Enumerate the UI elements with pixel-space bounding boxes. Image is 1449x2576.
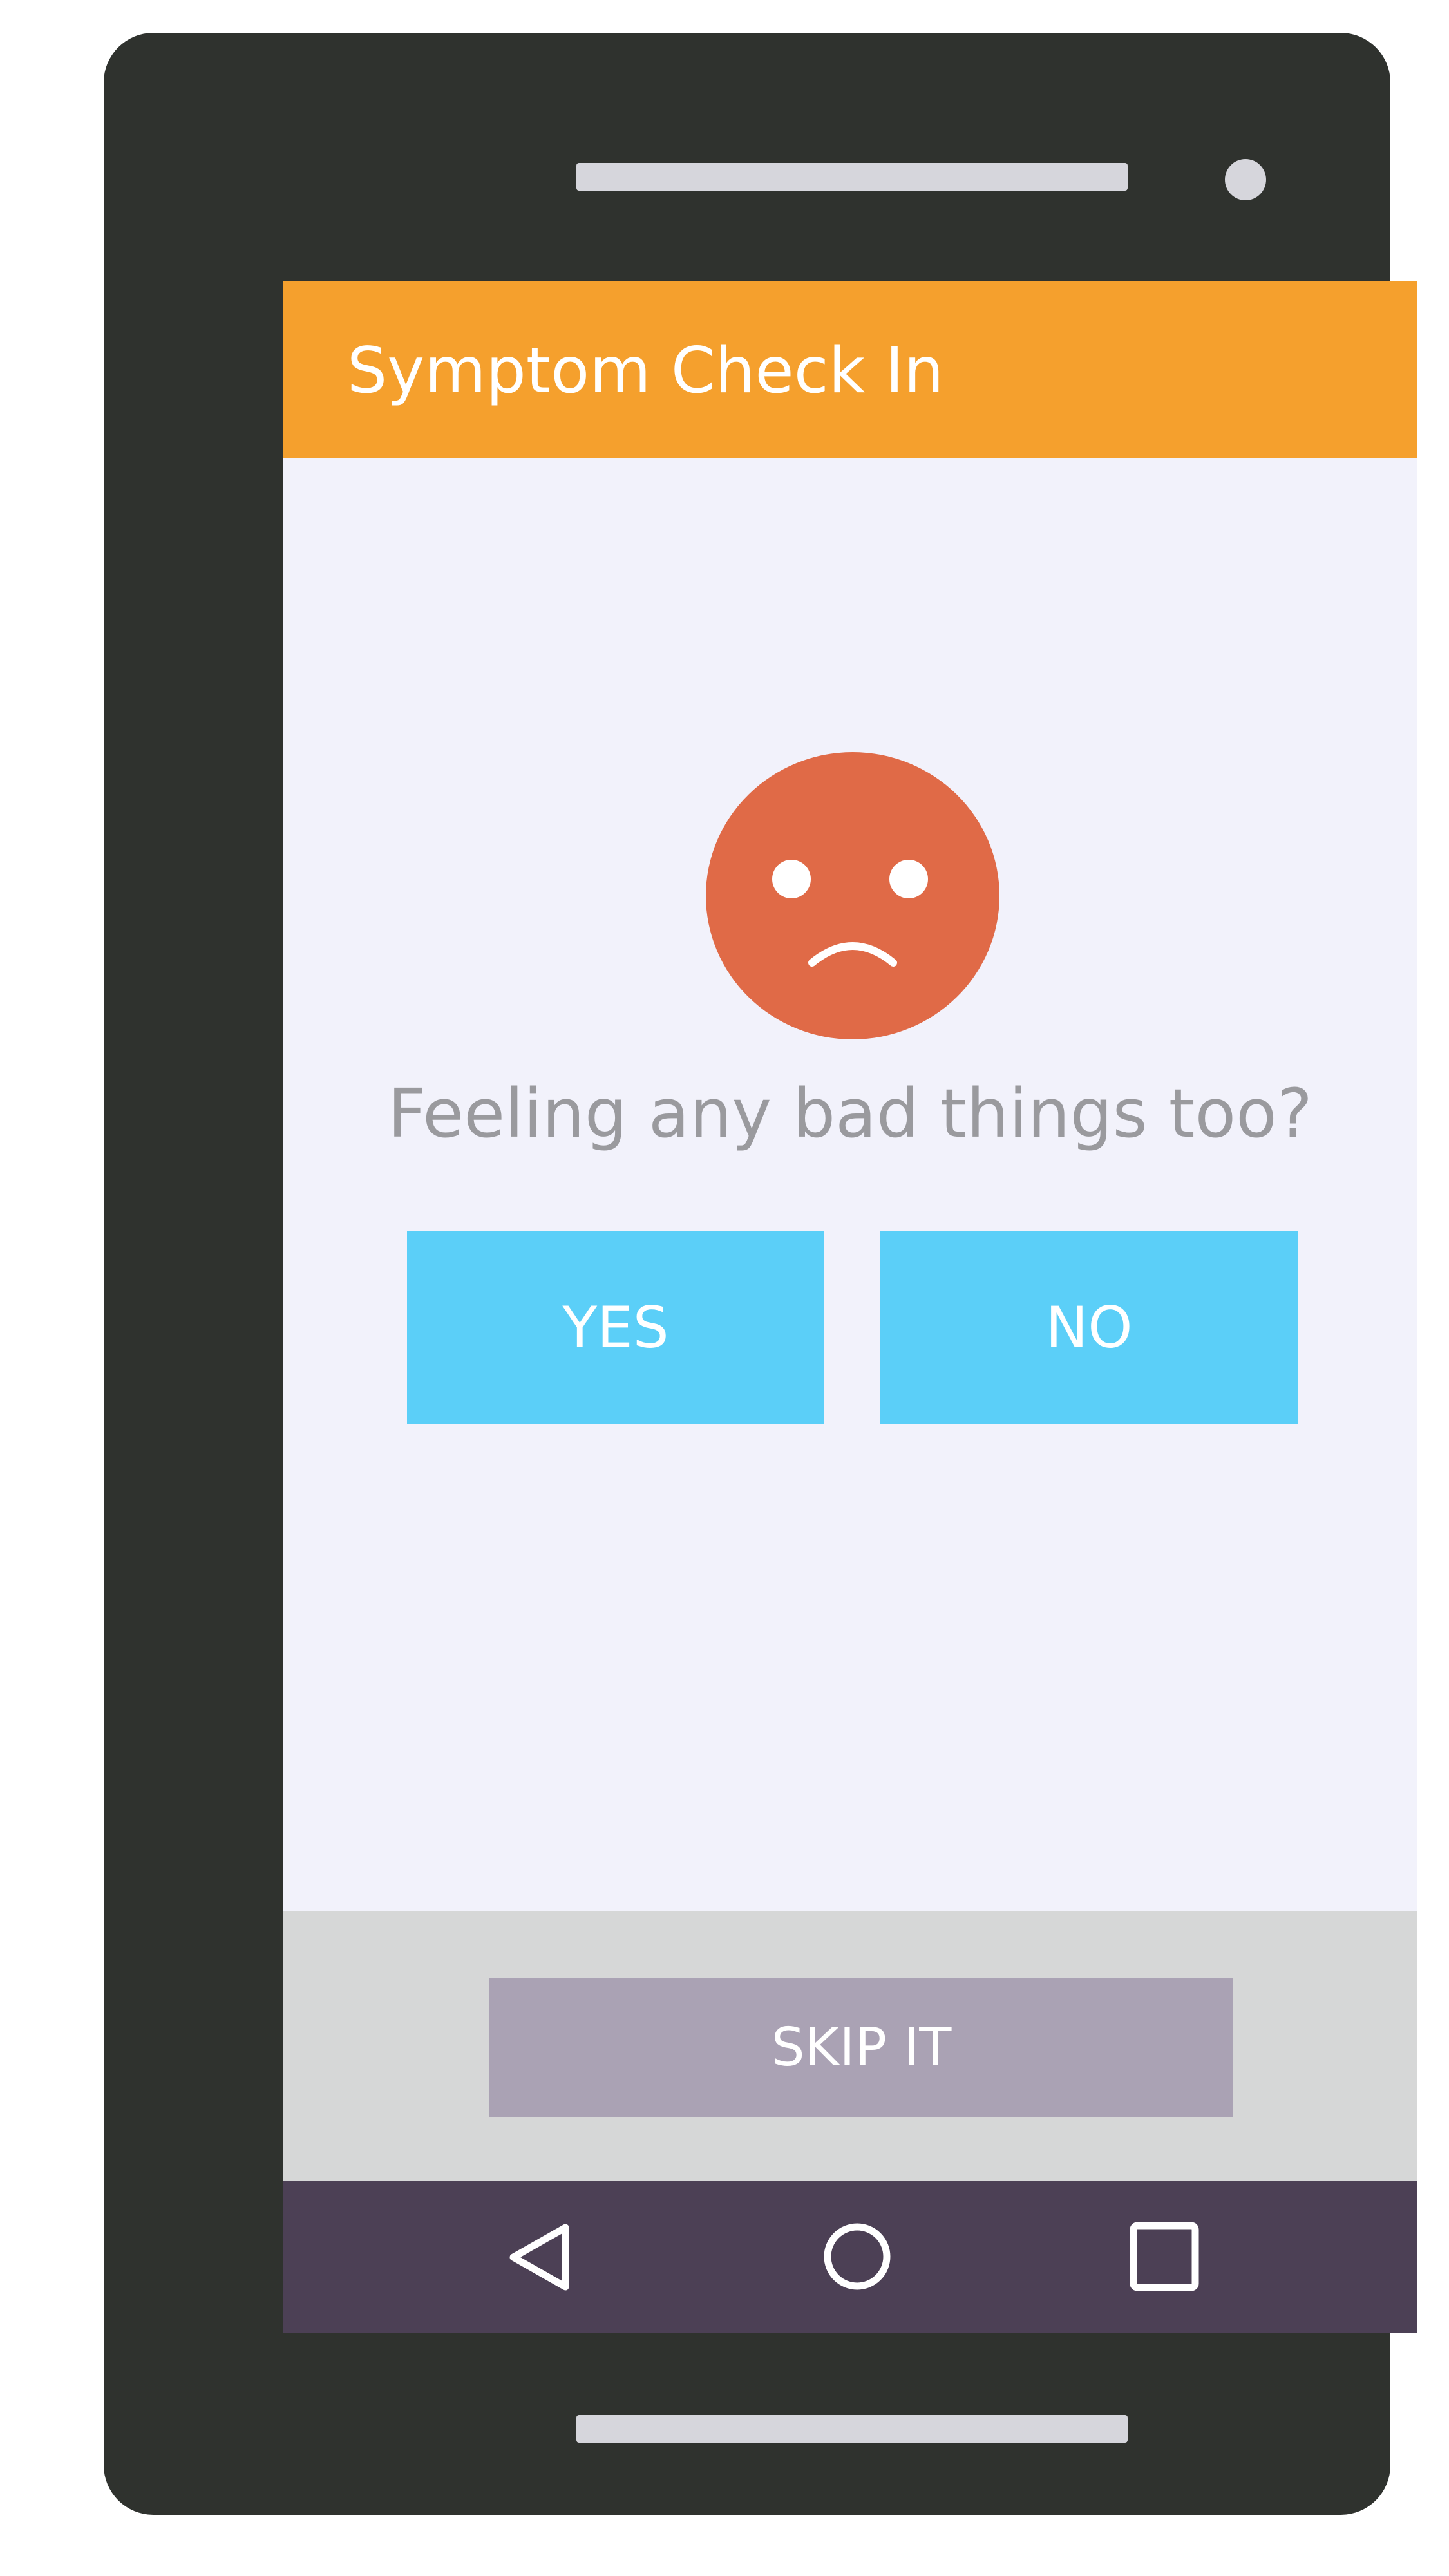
phone-screen: Symptom Check In Feeling any bad things … bbox=[283, 281, 1417, 2333]
question-text: Feeling any bad things too? bbox=[388, 1074, 1312, 1153]
system-nav-bar bbox=[283, 2181, 1417, 2333]
no-button[interactable]: NO bbox=[880, 1231, 1298, 1424]
phone-frame: Symptom Check In Feeling any bad things … bbox=[104, 33, 1417, 2515]
bottom-speaker bbox=[576, 2415, 1128, 2443]
skip-button-label: SKIP IT bbox=[771, 2017, 952, 2078]
top-speaker bbox=[576, 163, 1128, 191]
yes-button[interactable]: YES bbox=[407, 1231, 824, 1424]
app-bar: Symptom Check In bbox=[283, 281, 1417, 458]
back-icon[interactable] bbox=[499, 2215, 583, 2298]
app-title: Symptom Check In bbox=[347, 334, 944, 408]
recents-icon[interactable] bbox=[1122, 2215, 1206, 2298]
yes-button-label: YES bbox=[562, 1294, 669, 1361]
no-button-label: NO bbox=[1045, 1294, 1133, 1361]
skip-button[interactable]: SKIP IT bbox=[489, 1978, 1233, 2117]
home-icon[interactable] bbox=[815, 2215, 899, 2298]
skip-area: SKIP IT bbox=[283, 1911, 1417, 2181]
sad-face-icon bbox=[706, 752, 999, 1039]
front-camera bbox=[1225, 159, 1266, 200]
